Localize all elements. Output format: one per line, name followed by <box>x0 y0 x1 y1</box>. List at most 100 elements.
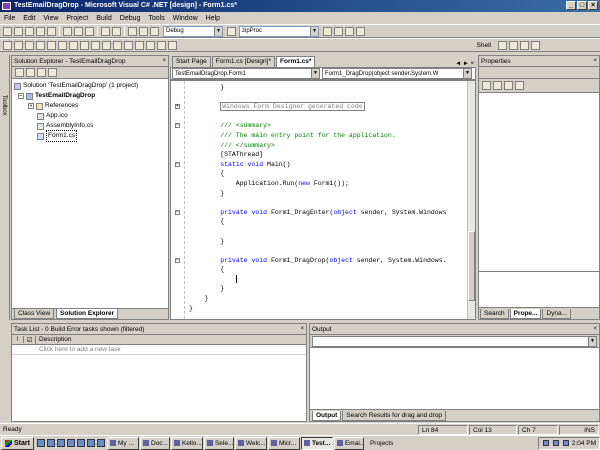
close-icon[interactable]: × <box>593 324 597 335</box>
code-line[interactable]: } <box>189 237 464 247</box>
code-line[interactable]: private void Form1_DragDrop(object sende… <box>189 256 464 266</box>
tab-form1-code[interactable]: Form1.cs* <box>276 56 316 67</box>
properties-object-select[interactable] <box>479 67 599 79</box>
scroll-thumb[interactable] <box>468 231 475 301</box>
code-line[interactable] <box>189 227 464 237</box>
toolbar-icon-11[interactable] <box>113 40 122 50</box>
find-combo[interactable]: zipProc ▼ <box>239 25 319 37</box>
code-line[interactable]: { <box>189 217 464 227</box>
taskbar-item-emai[interactable]: Emai... <box>333 436 364 450</box>
start-icon[interactable] <box>150 26 159 36</box>
quicklaunch-icon-6[interactable] <box>86 439 95 447</box>
cut-icon[interactable] <box>63 26 72 36</box>
code-line[interactable]: /// </summary> <box>189 141 464 151</box>
taskbar-item-test[interactable]: Test... <box>300 436 333 450</box>
menu-file[interactable]: File <box>4 15 15 22</box>
property-pages-icon[interactable] <box>515 81 524 90</box>
menu-tools[interactable]: Tools <box>148 15 164 22</box>
toolbar-icon-8[interactable] <box>80 40 89 50</box>
projects-toolbar-label[interactable]: Projects <box>370 440 393 447</box>
tray-icon-3[interactable] <box>562 440 569 446</box>
open-icon[interactable] <box>25 26 34 36</box>
code-line[interactable] <box>189 112 464 122</box>
solution-explorer-icon[interactable] <box>323 26 332 36</box>
tree-item-references[interactable]: + References <box>14 101 166 111</box>
member-combo[interactable]: Form1_DragDrop(object sender,System.W ▼ <box>322 68 472 79</box>
solution-config-select[interactable]: Debug ▼ <box>163 25 223 37</box>
class-view-icon[interactable] <box>356 26 365 36</box>
tab-search-results[interactable]: Search Results for drag and drop <box>342 410 447 421</box>
tree-item-project[interactable]: − TestEmailDragDrop <box>14 91 166 101</box>
find-icon[interactable] <box>227 26 236 36</box>
taskbar-item-micr[interactable]: Micr... <box>267 436 300 450</box>
tab-form1-design[interactable]: Form1.cs [Design]* <box>211 56 275 67</box>
tree-item-assemblyinfo[interactable]: AssemblyInfo.cs <box>14 121 166 131</box>
alphabetical-icon[interactable] <box>493 81 502 90</box>
collapse-icon[interactable]: − <box>18 93 24 99</box>
toolbar-icon-19[interactable] <box>520 40 529 50</box>
class-combo[interactable]: TestEmailDragDrop.Form1 ▼ <box>172 68 320 79</box>
checkbox-icon[interactable]: ☑ <box>24 335 36 344</box>
quicklaunch-icon-3[interactable] <box>56 439 65 447</box>
tab-solution-explorer[interactable]: Solution Explorer <box>56 309 119 319</box>
expand-icon[interactable]: + <box>28 103 34 109</box>
minimize-button[interactable]: _ <box>566 1 576 10</box>
tray-icon-2[interactable] <box>552 440 559 446</box>
toolbar-icon-2[interactable] <box>14 40 23 50</box>
close-button[interactable]: × <box>588 1 598 10</box>
tab-nav-icons[interactable]: ◄ ► × <box>455 61 474 67</box>
toolbar-icon-18[interactable] <box>509 40 518 50</box>
view-code-icon[interactable] <box>48 68 57 77</box>
collapse-region-icon[interactable]: − <box>175 161 180 167</box>
tab-output[interactable]: Output <box>312 410 342 421</box>
collapse-region-icon[interactable]: − <box>175 209 180 215</box>
quicklaunch-icon-2[interactable] <box>46 439 55 447</box>
expand-region-icon[interactable]: + <box>175 104 180 110</box>
refresh-icon[interactable] <box>26 68 35 77</box>
navigate-forward-icon[interactable] <box>139 26 148 36</box>
properties-icon[interactable] <box>334 26 343 36</box>
code-editor[interactable]: + − − − − } Windows Form Designer generated … <box>170 80 476 320</box>
vertical-scrollbar[interactable] <box>467 81 475 319</box>
quicklaunch-icon-1[interactable] <box>36 439 45 447</box>
copy-icon[interactable] <box>74 26 83 36</box>
menu-window[interactable]: Window <box>173 15 198 22</box>
tree-item-app-ico[interactable]: App.ico <box>14 111 166 121</box>
taskbar-item-doc[interactable]: Doc... <box>139 436 170 450</box>
toolbar-icon-6[interactable] <box>58 40 67 50</box>
collapse-region-icon[interactable]: − <box>175 257 180 263</box>
toolbar-icon-16[interactable] <box>168 40 177 50</box>
menu-debug[interactable]: Debug <box>120 15 141 22</box>
new-project-icon[interactable] <box>3 26 12 36</box>
taskbar-item-sele[interactable]: Sele... <box>203 436 234 450</box>
menu-help[interactable]: Help <box>206 15 220 22</box>
code-line[interactable]: Windows Form Designer generated code <box>189 102 464 112</box>
code-text[interactable]: } Windows Form Designer generated code /… <box>189 83 464 317</box>
toolbar-icon-12[interactable] <box>124 40 133 50</box>
column-description[interactable]: Description <box>36 336 72 343</box>
tab-class-view[interactable]: Class View <box>14 309 55 319</box>
quicklaunch-icon-7[interactable] <box>96 439 105 447</box>
toolbar-icon-20[interactable] <box>531 40 540 50</box>
new-task-input[interactable]: Click here to add a new task <box>12 345 306 355</box>
toolbar-icon-17[interactable] <box>498 40 507 50</box>
code-line[interactable]: } <box>189 83 464 93</box>
code-line[interactable] <box>189 93 464 103</box>
output-source-select[interactable]: ▼ <box>312 336 597 347</box>
categorized-icon[interactable] <box>482 81 491 90</box>
code-line[interactable]: /// <summary> <box>189 121 464 131</box>
code-line[interactable] <box>189 246 464 256</box>
start-button[interactable]: Start <box>1 436 34 450</box>
toolbar-icon-15[interactable] <box>157 40 166 50</box>
code-line[interactable]: } <box>189 294 464 304</box>
toolbar-icon-4[interactable] <box>36 40 45 50</box>
toolbar-icon-7[interactable] <box>69 40 78 50</box>
tray-icon-1[interactable] <box>542 440 549 446</box>
taskbar-item-kello[interactable]: Kello... <box>170 436 203 450</box>
code-line[interactable] <box>189 275 464 285</box>
code-line[interactable]: private void Form1_DragEnter(object send… <box>189 208 464 218</box>
menu-edit[interactable]: Edit <box>23 15 35 22</box>
collapse-region-icon[interactable]: − <box>175 123 180 129</box>
toolbar-icon-10[interactable] <box>102 40 111 50</box>
tab-properties[interactable]: Prope... <box>509 308 542 319</box>
